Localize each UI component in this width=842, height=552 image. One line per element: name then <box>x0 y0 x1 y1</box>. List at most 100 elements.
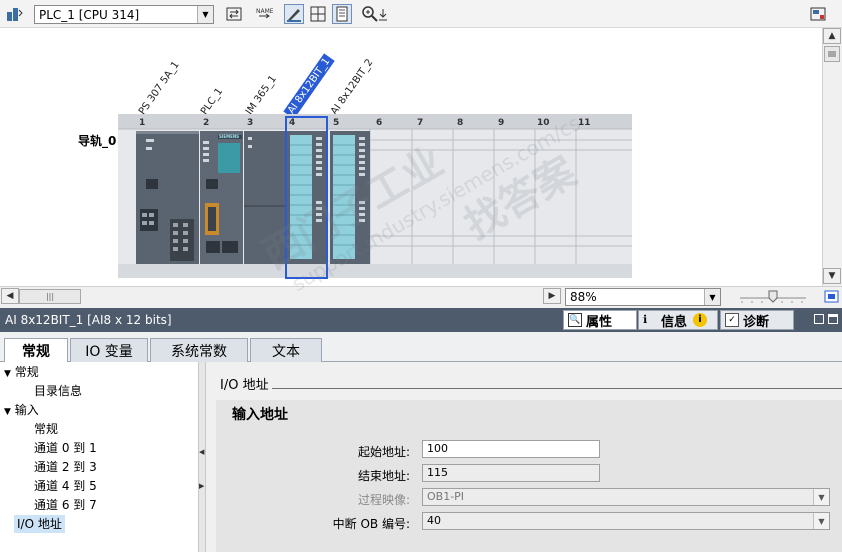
page-icon[interactable] <box>332 4 352 24</box>
zoom-slider[interactable] <box>738 289 808 305</box>
tree-item-input-general[interactable]: 常规 <box>34 420 58 438</box>
module-label-plc: PLC_1 <box>198 86 226 117</box>
zoom-select[interactable]: 88% ▼ <box>565 288 721 306</box>
device-canvas[interactable]: PS 307 5A_1 PLC_1 IM 365_1 AI 8x12BIT_1 … <box>0 28 822 286</box>
scroll-left-icon[interactable]: ◀ <box>1 288 19 304</box>
zoom-down-icon[interactable] <box>376 4 390 24</box>
siemens-brand: SIEMENS <box>219 134 240 139</box>
module-ai-2[interactable] <box>330 131 370 264</box>
property-tree: ▼ 常规 目录信息 ▼ 输入 常规 通道 0 到 1 通道 2 到 3 通道 4… <box>0 362 198 552</box>
tree-item-channel-4-5[interactable]: 通道 4 到 5 <box>34 477 97 495</box>
collapse-right-icon[interactable]: ▶ <box>199 482 204 490</box>
input-address-group: 输入地址 起始地址: 100 结束地址: 115 过程映像: OB1-PI ▼ … <box>216 400 842 552</box>
module-cpu[interactable] <box>200 131 243 264</box>
tab-diagnostics[interactable]: ✓ 诊断 <box>720 310 794 330</box>
property-content: I/O 地址 输入地址 起始地址: 100 结束地址: 115 过程映像: OB… <box>206 362 842 552</box>
process-image-select: OB1-PI ▼ <box>422 488 830 506</box>
slot-number: 2 <box>203 118 210 128</box>
module-im[interactable] <box>244 131 286 264</box>
end-address-label: 结束地址: <box>357 469 410 483</box>
device-select-value: PLC_1 [CPU 314] <box>39 8 140 22</box>
overview-icon[interactable] <box>808 4 828 24</box>
tab-properties[interactable]: 🔍 属性 <box>563 310 637 330</box>
tab-texts[interactable]: 文本 <box>250 338 322 362</box>
diagnostics-icon: ✓ <box>725 313 739 327</box>
module-ps[interactable] <box>136 131 199 264</box>
inspector-tabs: 常规 IO 变量 系统常数 文本 <box>0 332 842 363</box>
scroll-right-icon[interactable]: ▶ <box>543 288 561 304</box>
slot-number: 3 <box>247 118 254 128</box>
slot-number: 11 <box>578 118 591 128</box>
chevron-down-icon: ▼ <box>813 489 829 505</box>
collapse-left-icon[interactable]: ◀ <box>199 448 204 456</box>
chevron-down-icon[interactable]: ▼ <box>197 6 213 23</box>
tab-io-tags[interactable]: IO 变量 <box>70 338 148 362</box>
section-title: I/O 地址 <box>220 378 269 393</box>
selection-frame <box>285 116 328 279</box>
tree-item-label: 输入 <box>14 403 39 417</box>
vertical-scrollbar[interactable]: ▲ ▼ <box>822 28 842 286</box>
chevron-down-icon[interactable]: ▼ <box>813 513 829 529</box>
chevron-down-icon[interactable]: ▼ <box>704 289 720 305</box>
tree-item-channel-6-7[interactable]: 通道 6 到 7 <box>34 496 97 514</box>
warning-icon: i <box>693 313 708 327</box>
restore-icon[interactable] <box>814 314 824 324</box>
hscroll-thumb[interactable]: ||| <box>19 289 81 304</box>
properties-icon: 🔍 <box>568 313 582 327</box>
section-divider <box>272 388 842 389</box>
slot-number: 6 <box>376 118 383 128</box>
slot-number: 1 <box>139 118 146 128</box>
tab-general[interactable]: 常规 <box>4 338 68 363</box>
device-select[interactable]: PLC_1 [CPU 314] ▼ <box>34 5 214 24</box>
tree-item-channel-2-3[interactable]: 通道 2 到 3 <box>34 458 97 476</box>
grid-icon[interactable] <box>308 4 328 24</box>
network-view-icon[interactable] <box>4 4 24 24</box>
overview-nav-icon[interactable] <box>824 289 840 305</box>
scroll-down-icon[interactable]: ▼ <box>823 268 841 284</box>
group-title: 输入地址 <box>232 407 288 423</box>
scroll-up-icon[interactable]: ▲ <box>823 28 841 44</box>
tree-item-catalog[interactable]: 目录信息 <box>34 382 82 400</box>
inspector-title: AI 8x12BIT_1 [AI8 x 12 bits] <box>5 313 172 327</box>
rail-label: 导轨_0 <box>78 134 117 148</box>
tab-info[interactable]: ℹ 信息 i <box>638 310 718 330</box>
show-names-icon[interactable]: NAME <box>254 4 274 24</box>
interrupt-ob-select[interactable]: 40 ▼ <box>422 512 830 530</box>
slot-number: 8 <box>457 118 464 128</box>
zoom-value: 88% <box>570 290 597 304</box>
slot-number: 9 <box>498 118 505 128</box>
start-address-field[interactable]: 100 <box>422 440 600 458</box>
process-image-label: 过程映像: <box>357 493 410 507</box>
tab-system-constants[interactable]: 系统常数 <box>150 338 248 362</box>
splitter[interactable]: ◀ ▶ <box>198 362 206 552</box>
expand-icon[interactable]: ▼ <box>4 369 11 379</box>
expand-icon[interactable]: ▼ <box>4 407 11 417</box>
tree-item-general[interactable]: ▼ 常规 <box>4 363 39 381</box>
tab-info-label: 信息 <box>661 314 688 330</box>
maximize-icon[interactable] <box>828 314 838 324</box>
svg-text:NAME: NAME <box>256 8 273 15</box>
info-icon: ℹ <box>643 313 648 326</box>
inspector-titlebar: AI 8x12BIT_1 [AI8 x 12 bits] 🔍 属性 ℹ 信息 i… <box>0 308 842 332</box>
scroll-thumb[interactable] <box>824 46 840 62</box>
end-address-field: 115 <box>422 464 600 482</box>
device-view-toolbar: PLC_1 [CPU 314] ▼ NAME <box>0 0 842 28</box>
interrupt-ob-label: 中断 OB 编号: <box>332 517 410 531</box>
tree-item-label: 常规 <box>14 365 39 379</box>
tree-item-channel-0-1[interactable]: 通道 0 到 1 <box>34 439 97 457</box>
tree-item-io-address[interactable]: I/O 地址 <box>14 515 65 533</box>
module-label-ps: PS 307 5A_1 <box>136 59 182 117</box>
start-address-label: 起始地址: <box>357 445 410 459</box>
tab-properties-label: 属性 <box>586 314 613 330</box>
slot-number: 10 <box>537 118 550 128</box>
pen-icon[interactable] <box>284 4 304 24</box>
slot-number: 7 <box>417 118 424 128</box>
process-image-value: OB1-PI <box>427 490 465 503</box>
swap-icon[interactable] <box>224 4 244 24</box>
tab-diagnostics-label: 诊断 <box>743 314 770 330</box>
tree-item-input[interactable]: ▼ 输入 <box>4 401 39 419</box>
hscroll-zoom-row: ◀ ||| ▶ 88% ▼ <box>0 286 842 306</box>
slot-number: 5 <box>333 118 340 128</box>
module-label-ai1[interactable]: AI 8x12BIT_1 <box>283 53 335 119</box>
interrupt-ob-value: 40 <box>427 514 441 527</box>
